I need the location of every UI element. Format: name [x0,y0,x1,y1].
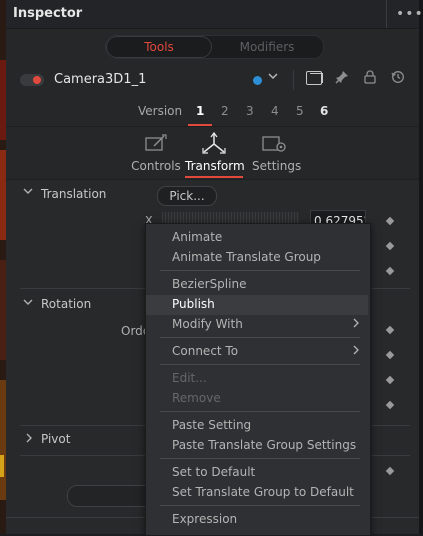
panel-edge [419,0,423,534]
version-label: Version [138,104,183,118]
menu-item-animate[interactable]: Animate [172,230,222,244]
chevron-down-icon[interactable] [23,297,33,312]
section-pivot-title[interactable]: Pivot [41,432,70,446]
version-5[interactable]: 5 [296,104,304,118]
menu-item-set-translate-group-to-default[interactable]: Set Translate Group to Default [172,485,354,499]
menu-separator [160,364,360,365]
node-color-swatch[interactable] [253,76,262,85]
tab-controls[interactable]: Controls [131,129,181,177]
menu-item-set-to-default[interactable]: Set to Default [172,465,255,479]
menu-separator [160,505,360,506]
menu-item-expression[interactable]: Expression [172,512,237,526]
menu-item-paste-translate-group-settings[interactable]: Paste Translate Group Settings [172,438,356,452]
menu-item-connect-to[interactable]: Connect To [172,344,238,358]
menu-item-modify-with[interactable]: Modify With [172,317,243,331]
controls-icon [145,134,167,151]
menu-separator [160,411,360,412]
chevron-right-icon [352,317,360,332]
lock-icon[interactable] [363,70,377,88]
versions-icon-back [310,73,323,83]
toggle-indicator [33,76,41,84]
section-translation-title[interactable]: Translation [41,187,106,201]
version-4[interactable]: 4 [271,104,279,118]
panel-title: Inspector [13,6,83,21]
pin-icon[interactable] [335,70,349,88]
menu-item-edit: Edit... [172,371,207,385]
version-6[interactable]: 6 [320,104,328,118]
chevron-right-icon [352,344,360,359]
chevron-down-icon[interactable] [268,70,278,87]
reset-icon[interactable] [391,70,405,88]
menu-item-publish[interactable]: Publish [172,297,215,311]
more-options-icon[interactable]: ••• [396,6,423,22]
version-2[interactable]: 2 [221,104,229,118]
tab-tools[interactable]: Tools [106,36,212,58]
header-divider [386,0,387,28]
tab-transform[interactable]: Transform [185,129,245,177]
menu-item-animate-translate-group[interactable]: Animate Translate Group [172,250,321,264]
menu-separator [160,270,360,271]
menu-item-bezierspline[interactable]: BezierSpline [172,277,246,291]
menu-separator [160,458,360,459]
tab-modifiers[interactable]: Modifiers [214,36,320,58]
tab-transform-label: Transform [185,159,245,173]
section-rotation-title[interactable]: Rotation [41,297,91,311]
version-3[interactable]: 3 [246,104,254,118]
version-1[interactable]: 1 [196,104,204,118]
pick-button[interactable]: Pick... [157,186,217,206]
chevron-down-icon[interactable] [23,186,33,201]
tab-controls-label: Controls [131,159,181,173]
settings-icon [262,136,286,152]
active-tab-underline [185,176,243,178]
menu-item-remove: Remove [172,391,221,405]
chevron-right-icon[interactable] [24,432,34,447]
menu-separator [160,337,360,338]
node-row-divider [293,70,294,90]
tab-settings-label: Settings [252,159,302,173]
node-name: Camera3D1_1 [54,72,147,87]
divider [6,126,419,127]
tab-settings[interactable]: Settings [252,129,302,177]
version-row [6,99,419,125]
transform-icon [202,132,226,154]
menu-item-paste-setting[interactable]: Paste Setting [172,418,251,432]
